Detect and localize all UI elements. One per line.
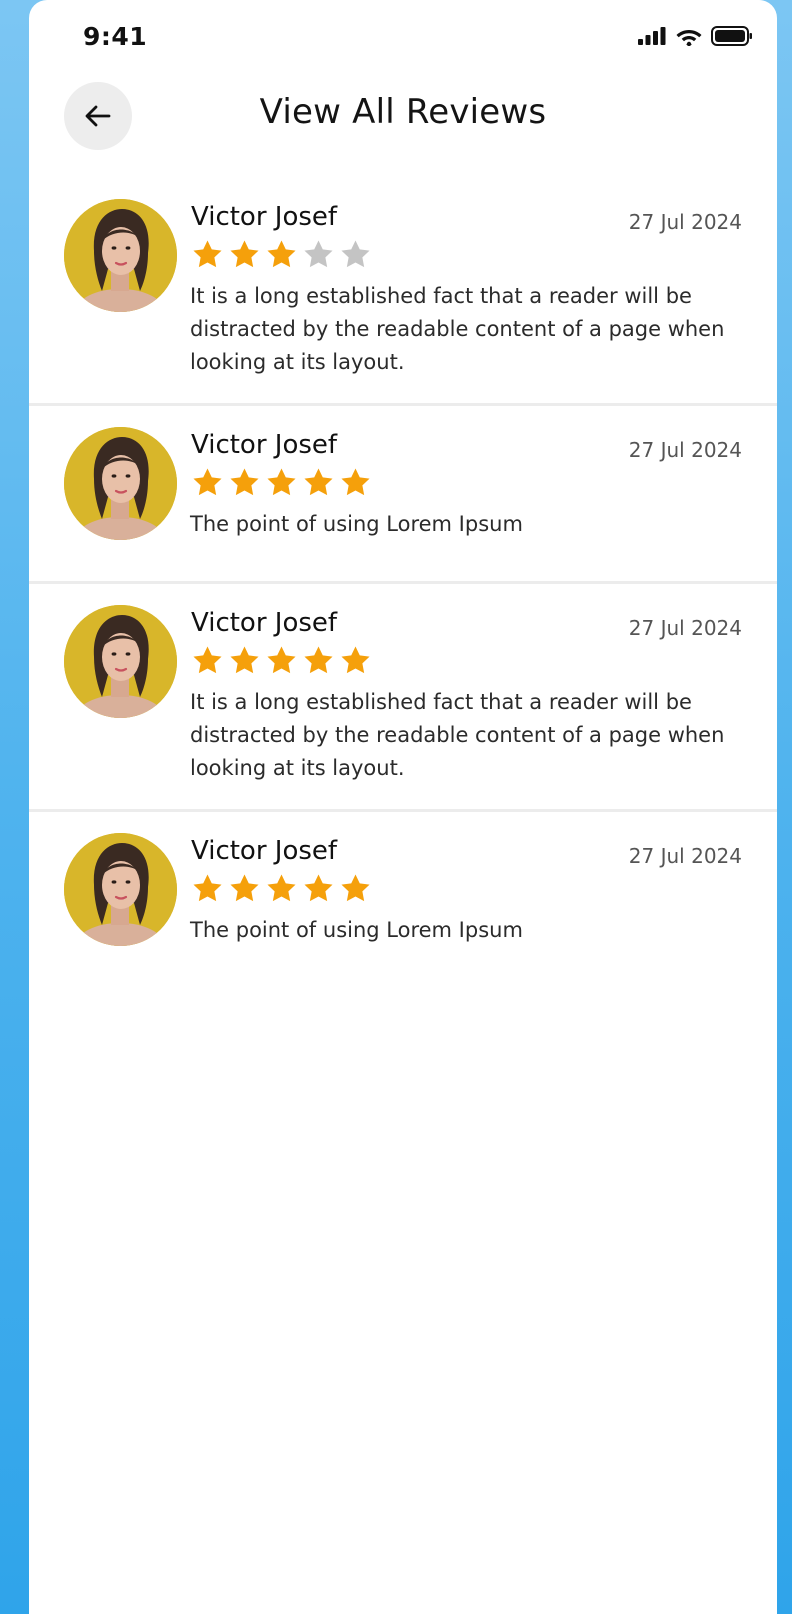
reviewer-avatar: [64, 199, 177, 312]
star-filled-icon: [267, 468, 296, 496]
star-filled-icon: [341, 874, 370, 902]
star-filled-icon: [193, 240, 222, 268]
reviewer-avatar: [64, 427, 177, 540]
reviewer-avatar: [64, 833, 177, 946]
wifi-icon: [676, 30, 702, 46]
star-filled-icon: [230, 874, 259, 902]
star-filled-icon: [267, 646, 296, 674]
page-title: View All Reviews: [259, 92, 547, 132]
star-filled-icon: [304, 468, 333, 496]
status-time: 9:41: [83, 22, 148, 51]
review-text: It is a long established fact that a rea…: [190, 690, 725, 780]
avatar-portrait-icon: [64, 427, 177, 540]
reviewer-name: Victor Josef: [191, 430, 338, 460]
avatar-portrait-icon: [64, 833, 177, 946]
star-empty-icon: [304, 240, 333, 268]
review-text: The point of using Lorem Ipsum: [190, 918, 523, 942]
review-text: It is a long established fact that a rea…: [190, 284, 725, 374]
reviewer-name: Victor Josef: [191, 608, 338, 638]
star-filled-icon: [193, 874, 222, 902]
star-filled-icon: [304, 646, 333, 674]
reviewer-avatar: [64, 605, 177, 718]
star-filled-icon: [193, 468, 222, 496]
cellular-signal-icon: [638, 27, 666, 45]
reviewer-name: Victor Josef: [191, 836, 338, 866]
review-list[interactable]: Victor Josef 27 Jul 2024 It is a long es…: [29, 178, 777, 990]
star-empty-icon: [341, 240, 370, 268]
review-date: 27 Jul 2024: [628, 210, 742, 234]
star-filled-icon: [267, 874, 296, 902]
star-rating: [191, 238, 372, 271]
star-filled-icon: [230, 240, 259, 268]
review-item: Victor Josef 27 Jul 2024 The point of us…: [29, 812, 777, 990]
star-filled-icon: [267, 240, 296, 268]
star-rating: [191, 872, 372, 905]
avatar-portrait-icon: [64, 605, 177, 718]
review-date: 27 Jul 2024: [628, 844, 742, 868]
review-text: The point of using Lorem Ipsum: [190, 512, 523, 536]
star-filled-icon: [304, 874, 333, 902]
star-filled-icon: [230, 646, 259, 674]
reviewer-name: Victor Josef: [191, 202, 338, 232]
status-bar: 9:41: [29, 0, 777, 80]
review-item: Victor Josef 27 Jul 2024 It is a long es…: [29, 584, 777, 812]
status-icons: [637, 26, 753, 46]
star-rating: [191, 644, 372, 677]
review-date: 27 Jul 2024: [628, 616, 742, 640]
review-item: Victor Josef 27 Jul 2024 The point of us…: [29, 406, 777, 584]
review-item: Victor Josef 27 Jul 2024 It is a long es…: [29, 178, 777, 406]
star-filled-icon: [341, 646, 370, 674]
battery-icon: [711, 26, 752, 46]
star-filled-icon: [230, 468, 259, 496]
star-rating: [191, 466, 372, 499]
phone-screen: 9:41 View All Reviews Victor Josef 27 Ju…: [29, 0, 777, 1614]
review-date: 27 Jul 2024: [628, 438, 742, 462]
avatar-portrait-icon: [64, 199, 177, 312]
star-filled-icon: [193, 646, 222, 674]
star-filled-icon: [341, 468, 370, 496]
